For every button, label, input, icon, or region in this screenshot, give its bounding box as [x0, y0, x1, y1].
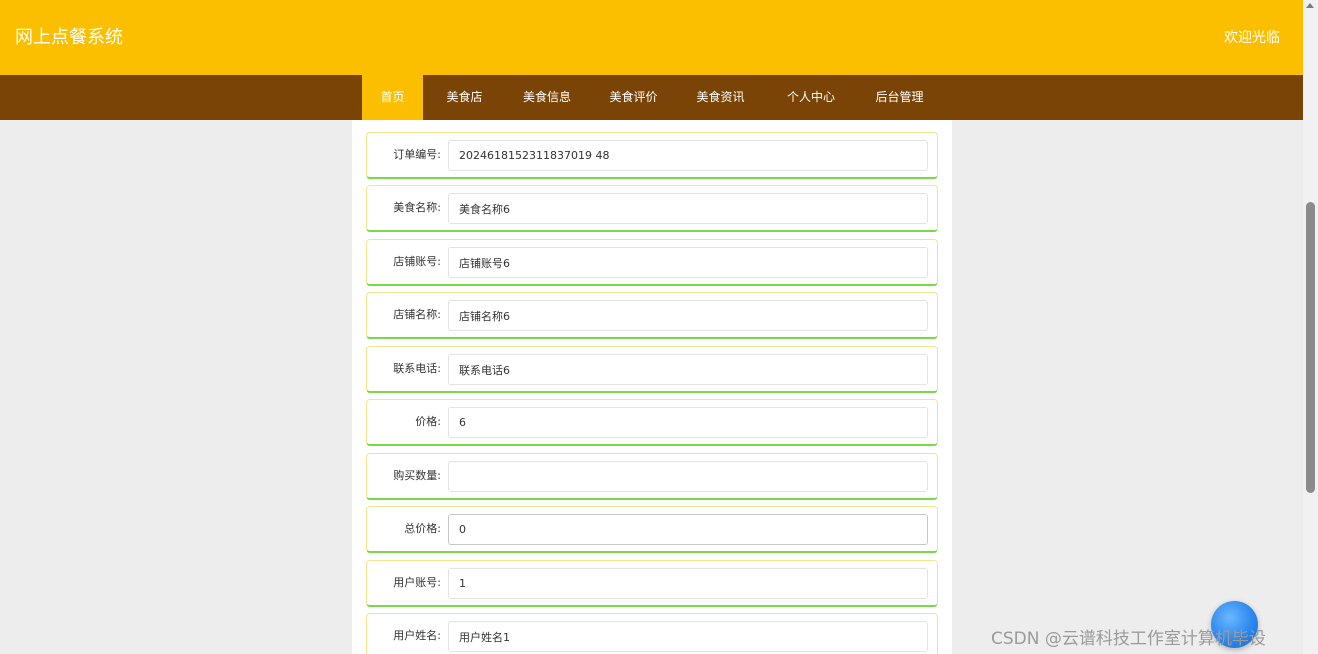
vertical-scrollbar[interactable] [1303, 0, 1318, 654]
price-input[interactable] [448, 407, 928, 438]
quantity-label: 购买数量: [393, 469, 441, 482]
order-no-input[interactable] [448, 140, 928, 171]
field-row-phone: 联系电话: [366, 346, 938, 393]
field-row-shop-name: 店铺名称: [366, 292, 938, 339]
shop-name-input[interactable] [448, 300, 928, 331]
site-title: 网上点餐系统 [15, 27, 123, 48]
total-price-input[interactable] [448, 514, 928, 545]
scrollbar-thumb[interactable] [1306, 202, 1315, 493]
scroll-up-arrow-icon[interactable] [1306, 3, 1314, 8]
field-row-shop-account: 店铺账号: [366, 239, 938, 286]
shop-name-label: 店铺名称: [393, 308, 441, 321]
watermark: CSDN @云谱科技工作室计算机毕设 [991, 629, 1266, 649]
shop-account-input[interactable] [448, 247, 928, 278]
welcome-text: 欢迎光临 [1224, 30, 1280, 46]
phone-label: 联系电话: [393, 362, 441, 375]
field-row-quantity: 购买数量: [366, 453, 938, 500]
user-name-input[interactable] [448, 621, 928, 652]
field-row-user-account: 用户账号: [366, 560, 938, 607]
order-form: 订单编号: 美食名称: 店铺账号: 店铺名称: 联系电话: 价格: 购买数量: [352, 120, 952, 654]
price-label: 价格: [415, 415, 441, 428]
page: 网上点餐系统 欢迎光临 首页 美食店 美食信息 美食评价 美食资讯 个人中心 后… [0, 0, 1303, 654]
nav-item-food-news[interactable]: 美食资讯 [679, 75, 762, 120]
field-row-total-price: 总价格: [366, 506, 938, 553]
field-row-user-name: 用户姓名: [366, 613, 938, 654]
food-name-label: 美食名称: [393, 201, 441, 214]
user-name-label: 用户姓名: [393, 629, 441, 642]
shop-account-label: 店铺账号: [393, 255, 441, 268]
field-row-order-no: 订单编号: [366, 132, 938, 179]
user-account-input[interactable] [448, 568, 928, 599]
total-price-label: 总价格: [404, 522, 441, 535]
nav-item-food-review[interactable]: 美食评价 [588, 75, 679, 120]
nav-item-home[interactable]: 首页 [362, 75, 423, 120]
nav-item-food-info[interactable]: 美食信息 [506, 75, 588, 120]
field-row-food-name: 美食名称: [366, 185, 938, 232]
order-no-label: 订单编号: [393, 148, 441, 161]
nav-item-admin[interactable]: 后台管理 [860, 75, 939, 120]
quantity-input[interactable] [448, 461, 928, 492]
phone-input[interactable] [448, 354, 928, 385]
nav-item-user-center[interactable]: 个人中心 [762, 75, 860, 120]
nav-list: 首页 美食店 美食信息 美食评价 美食资讯 个人中心 后台管理 [362, 75, 939, 120]
field-row-price: 价格: [366, 399, 938, 446]
nav-item-food-shop[interactable]: 美食店 [423, 75, 506, 120]
nav-bar: 首页 美食店 美食信息 美食评价 美食资讯 个人中心 后台管理 [0, 75, 1303, 120]
header: 网上点餐系统 欢迎光临 [0, 0, 1303, 75]
user-account-label: 用户账号: [393, 576, 441, 589]
food-name-input[interactable] [448, 193, 928, 224]
